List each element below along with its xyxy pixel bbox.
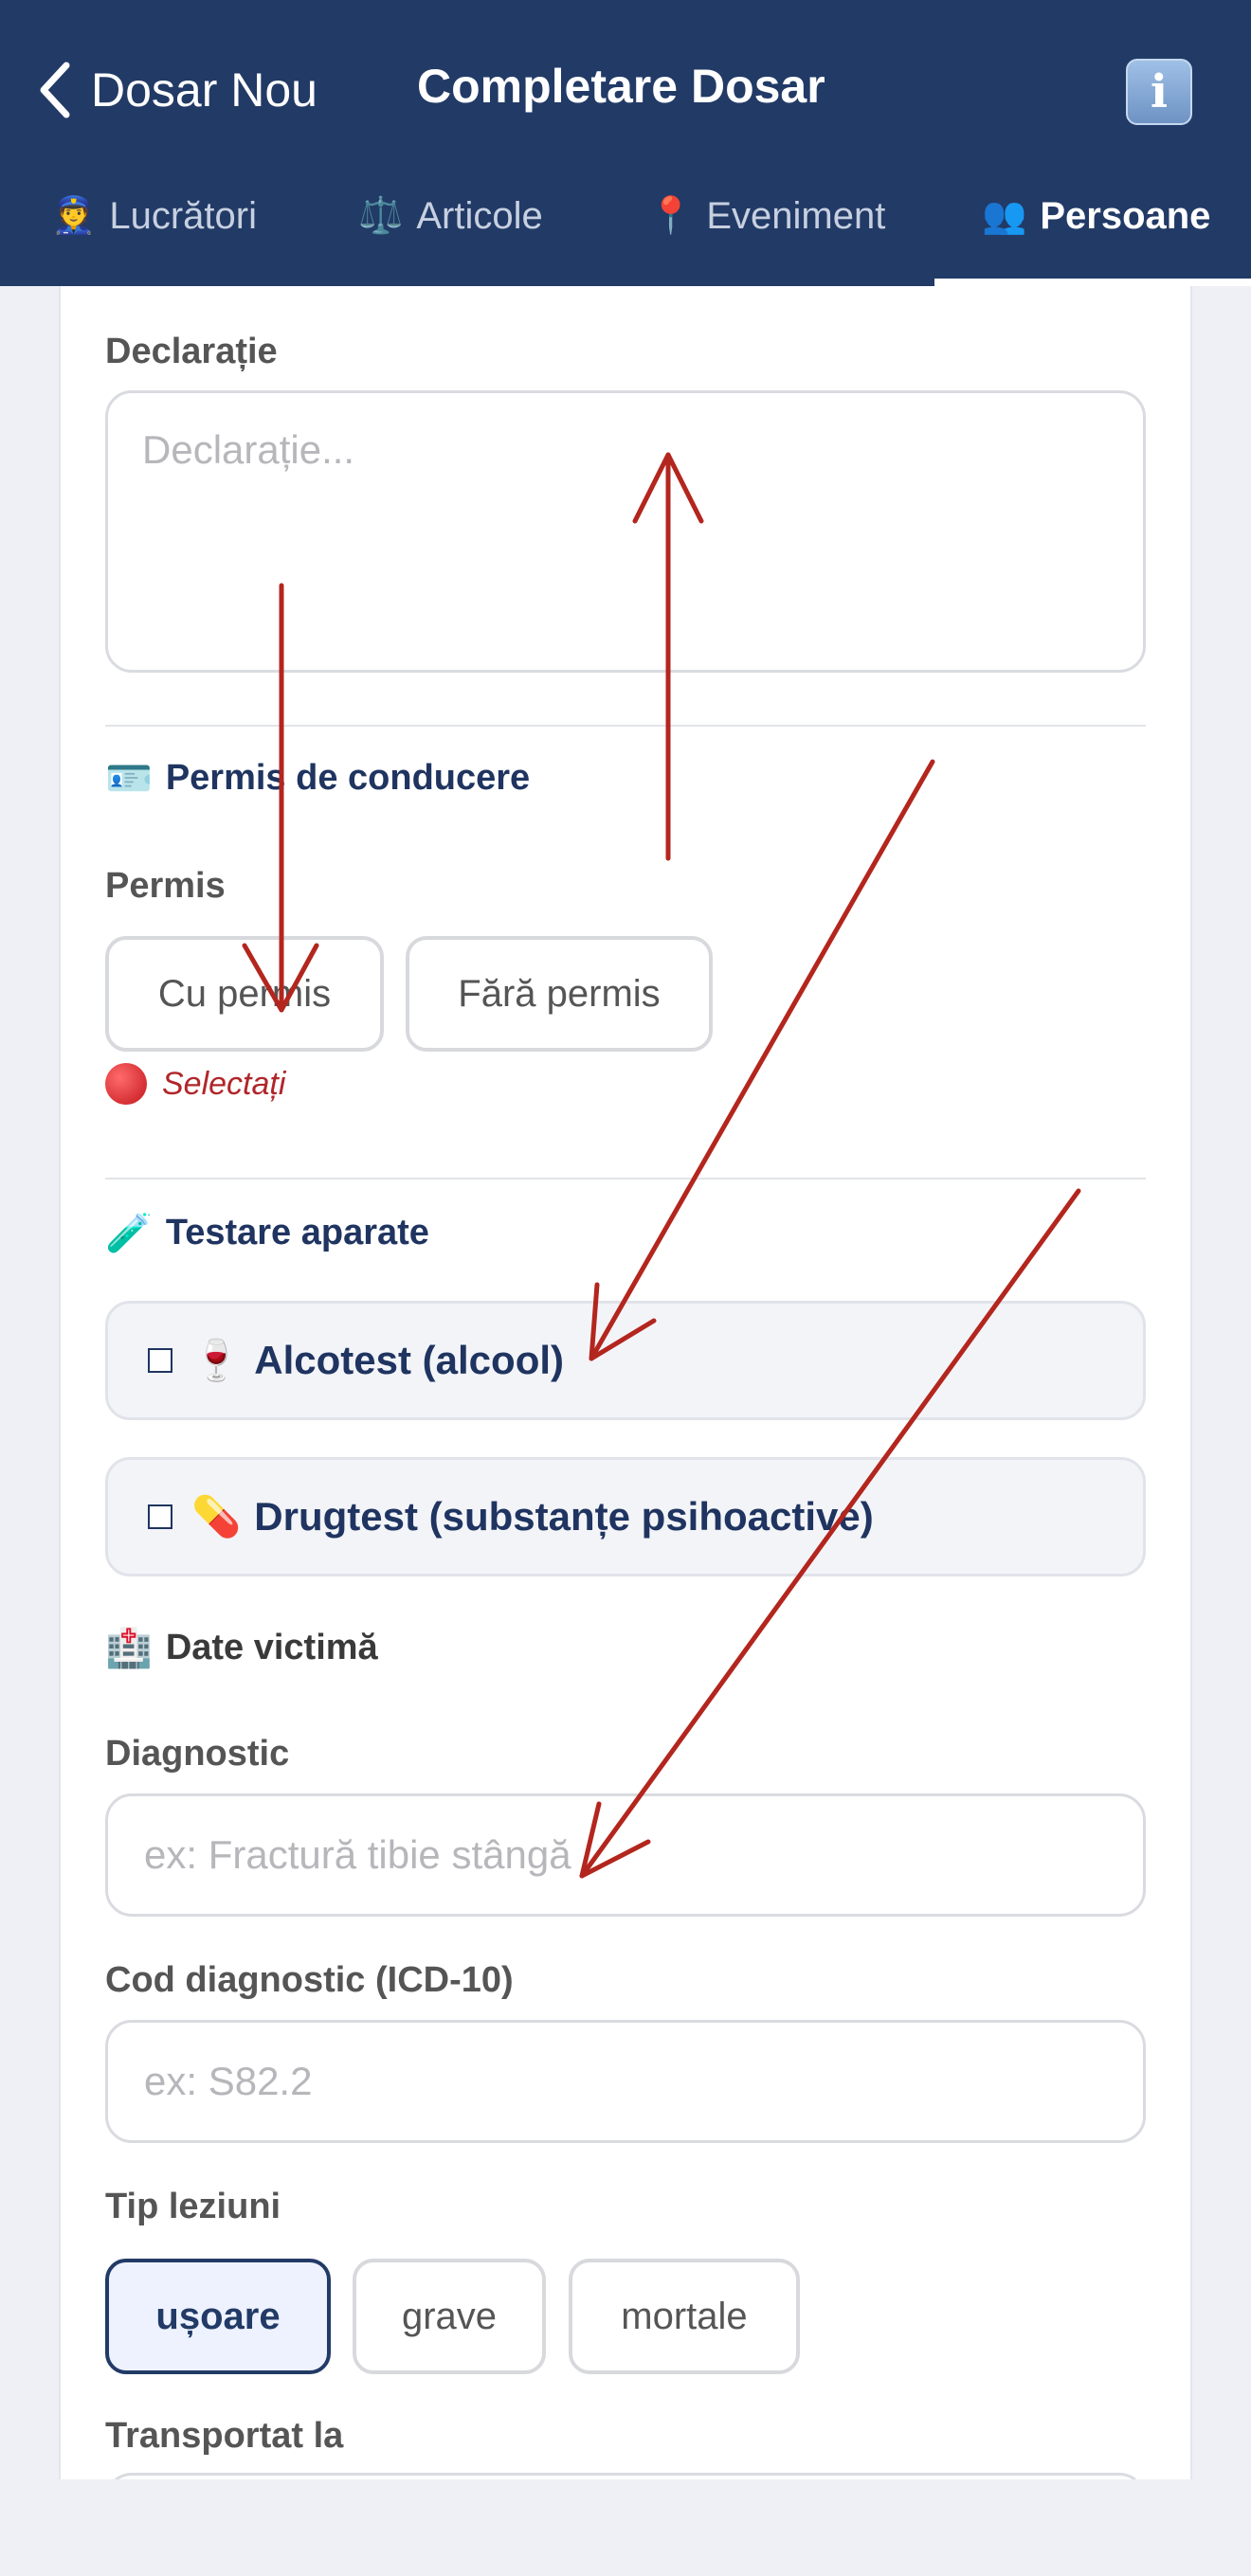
chevron-left-icon	[40, 62, 70, 118]
tab-label: Lucrători	[109, 194, 257, 237]
checkbox[interactable]	[148, 1348, 172, 1373]
diagnostic-placeholder: ex: Fractură tibie stângă	[144, 1832, 571, 1877]
injury-option-light[interactable]: ușoare	[105, 2259, 331, 2374]
license-error: Selectați	[105, 1063, 285, 1105]
license-option-without[interactable]: Fără permis	[406, 936, 713, 1052]
license-option-with[interactable]: Cu permis	[105, 936, 384, 1052]
alcotest-checkbox-row[interactable]: 🍷 Alcotest (alcool)	[105, 1301, 1146, 1420]
icd-code-placeholder: ex: S82.2	[144, 2059, 313, 2103]
testing-section-title: 🧪 Testare aparate	[105, 1213, 429, 1254]
declaration-textarea[interactable]: Declarație...	[105, 390, 1146, 673]
people-icon: 👥	[982, 196, 1027, 236]
tab-bar: 👮 Lucrători ⚖️ Articole 📍 Eveniment 👥 Pe…	[0, 146, 1251, 286]
app-header: Dosar Nou Completare Dosar i	[0, 0, 1251, 146]
icd-code-label: Cod diagnostic (ICD-10)	[105, 1960, 514, 2000]
back-button[interactable]: Dosar Nou	[36, 47, 317, 133]
tab-articole[interactable]: ⚖️ Articole	[358, 146, 543, 286]
injury-option-severe[interactable]: grave	[353, 2259, 546, 2374]
injury-option-fatal[interactable]: mortale	[569, 2259, 800, 2374]
divider	[105, 725, 1146, 727]
injury-type-label: Tip leziuni	[105, 2187, 281, 2226]
victim-section-title: 🏥 Date victimă	[105, 1628, 378, 1669]
active-tab-indicator	[934, 279, 1251, 286]
page-title: Completare Dosar	[417, 60, 825, 113]
tab-label: Persoane	[1040, 194, 1211, 237]
hospital-icon: 🏥	[105, 1628, 153, 1669]
red-circle-icon	[105, 1063, 147, 1105]
tab-label: Eveniment	[706, 194, 886, 237]
declaration-placeholder: Declarație...	[142, 427, 355, 472]
declaration-label: Declarație	[105, 332, 278, 371]
wine-glass-icon: 🍷	[191, 1337, 242, 1382]
transport-label: Transportat la	[105, 2416, 344, 2456]
diagnostic-input[interactable]: ex: Fractură tibie stângă	[105, 1793, 1146, 1917]
icd-code-input[interactable]: ex: S82.2	[105, 2020, 1146, 2143]
tab-label: Articole	[416, 194, 543, 237]
divider	[105, 1178, 1146, 1180]
bottom-area	[0, 2479, 1251, 2576]
checkbox[interactable]	[148, 1504, 172, 1529]
alcotest-label: Alcotest (alcool)	[254, 1338, 565, 1382]
license-section-title: 🪪 Permis de conducere	[105, 758, 531, 800]
license-label: Permis	[105, 866, 226, 906]
pill-icon: 💊	[191, 1493, 242, 1539]
diagnostic-label: Diagnostic	[105, 1734, 290, 1774]
police-officer-icon: 👮	[51, 196, 97, 236]
back-label: Dosar Nou	[91, 63, 317, 117]
id-card-icon: 🪪	[105, 758, 153, 800]
tab-lucratori[interactable]: 👮 Lucrători	[51, 146, 257, 286]
pin-icon: 📍	[648, 196, 694, 236]
tab-eveniment[interactable]: 📍 Eveniment	[648, 146, 885, 286]
info-icon[interactable]: i	[1126, 59, 1192, 125]
test-tube-icon: 🧪	[105, 1213, 153, 1254]
drugtest-label: Drugtest (substanțe psihoactive)	[254, 1494, 874, 1539]
scales-icon: ⚖️	[358, 196, 404, 236]
tab-persoane[interactable]: 👥 Persoane	[982, 146, 1210, 286]
drugtest-checkbox-row[interactable]: 💊 Drugtest (substanțe psihoactive)	[105, 1457, 1146, 1576]
